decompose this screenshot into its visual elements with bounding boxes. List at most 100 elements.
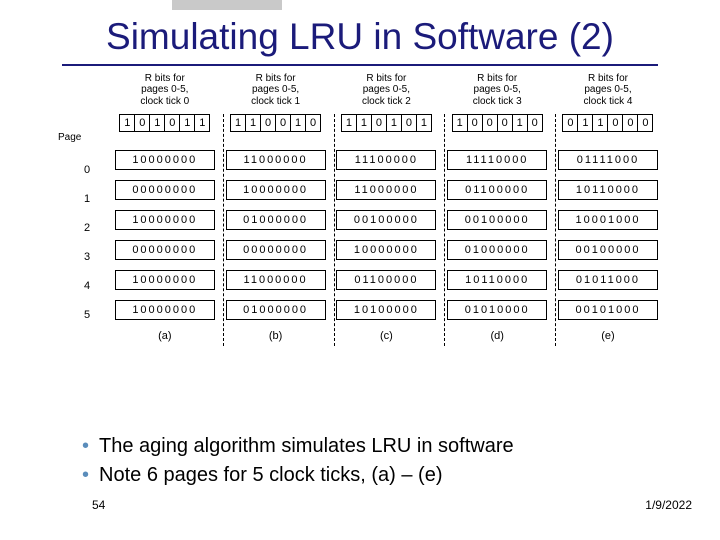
- counter: 00000000: [115, 180, 215, 200]
- rbits-row: 1 0 0 0 1 0: [447, 114, 547, 132]
- tick-column-c: R bits forpages 0-5,clock tick 2 1 1 0 1…: [336, 72, 436, 342]
- rbit: 1: [416, 114, 432, 132]
- col-head: R bits forpages 0-5,clock tick 3: [447, 72, 547, 108]
- rbit: 1: [230, 114, 246, 132]
- rbits-row: 1 1 0 0 1 0: [226, 114, 326, 132]
- counter: 00000000: [226, 240, 326, 260]
- counter: 10000000: [226, 180, 326, 200]
- rbit: 1: [194, 114, 210, 132]
- rbit: 0: [607, 114, 623, 132]
- rbit: 1: [290, 114, 306, 132]
- rbit: 0: [527, 114, 543, 132]
- rbit: 0: [467, 114, 483, 132]
- column-separator: [555, 114, 556, 346]
- counter: 00100000: [447, 210, 547, 230]
- counter: 10110000: [447, 270, 547, 290]
- counters: 01111000 10110000 10001000 00100000 0101…: [558, 150, 658, 320]
- counter: 10000000: [115, 150, 215, 170]
- rbit: 0: [371, 114, 387, 132]
- tick-column-d: R bits forpages 0-5,clock tick 3 1 0 0 0…: [447, 72, 547, 342]
- col-head: R bits forpages 0-5,clock tick 0: [115, 72, 215, 108]
- counter: 10000000: [336, 240, 436, 260]
- col-head: R bits forpages 0-5,clock tick 1: [226, 72, 326, 108]
- counters: 11100000 11000000 00100000 10000000 0110…: [336, 150, 436, 320]
- rbit: 0: [497, 114, 513, 132]
- counter: 01100000: [336, 270, 436, 290]
- rbit: 0: [637, 114, 653, 132]
- counter: 01000000: [226, 300, 326, 320]
- counter: 11110000: [447, 150, 547, 170]
- rbits-row: 1 0 1 0 1 1: [115, 114, 215, 132]
- figure-aging-algorithm: R bits forpages 0-5,clock tick 0 1 0 1 0…: [62, 72, 658, 342]
- rbit: 0: [562, 114, 578, 132]
- column-separator: [223, 114, 224, 346]
- counter: 10000000: [115, 210, 215, 230]
- rbit: 0: [260, 114, 276, 132]
- bullet-item: • The aging algorithm simulates LRU in s…: [82, 434, 642, 459]
- rbit: 1: [512, 114, 528, 132]
- counter: 10110000: [558, 180, 658, 200]
- counter: 00100000: [336, 210, 436, 230]
- counters: 11000000 10000000 01000000 00000000 1100…: [226, 150, 326, 320]
- decorative-top-bar: [172, 0, 282, 10]
- slide-number: 54: [92, 498, 105, 512]
- rbit: 1: [592, 114, 608, 132]
- col-caption: (d): [447, 330, 547, 342]
- rbit: 1: [119, 114, 135, 132]
- rbit: 1: [356, 114, 372, 132]
- rbits-row: 0 1 1 0 0 0: [558, 114, 658, 132]
- counters: 11110000 01100000 00100000 01000000 1011…: [447, 150, 547, 320]
- rbit: 1: [577, 114, 593, 132]
- slide-title: Simulating LRU in Software (2): [0, 16, 720, 58]
- col-head: R bits forpages 0-5,clock tick 4: [558, 72, 658, 108]
- rbit: 0: [164, 114, 180, 132]
- rbit: 1: [245, 114, 261, 132]
- rbit: 1: [179, 114, 195, 132]
- title-underline: [62, 64, 658, 66]
- col-caption: (c): [336, 330, 436, 342]
- counter: 01100000: [447, 180, 547, 200]
- column-separator: [334, 114, 335, 346]
- bullet-text: The aging algorithm simulates LRU in sof…: [99, 434, 514, 459]
- counter: 00000000: [115, 240, 215, 260]
- counter: 11000000: [226, 150, 326, 170]
- tick-column-a: R bits forpages 0-5,clock tick 0 1 0 1 0…: [115, 72, 215, 342]
- rbit: 0: [401, 114, 417, 132]
- counter: 10000000: [115, 300, 215, 320]
- counter: 11000000: [226, 270, 326, 290]
- counter: 01010000: [447, 300, 547, 320]
- rbit: 1: [452, 114, 468, 132]
- rbit: 0: [275, 114, 291, 132]
- rbit: 0: [622, 114, 638, 132]
- counter: 01111000: [558, 150, 658, 170]
- slide-date: 1/9/2022: [645, 498, 692, 512]
- counter: 01011000: [558, 270, 658, 290]
- counter: 10100000: [336, 300, 436, 320]
- rbit: 0: [134, 114, 150, 132]
- rbits-row: 1 1 0 1 0 1: [336, 114, 436, 132]
- tick-column-b: R bits forpages 0-5,clock tick 1 1 1 0 0…: [226, 72, 326, 342]
- counter: 00101000: [558, 300, 658, 320]
- column-separator: [444, 114, 445, 346]
- counter: 00100000: [558, 240, 658, 260]
- counter: 11000000: [336, 180, 436, 200]
- rbit: 1: [386, 114, 402, 132]
- col-head: R bits forpages 0-5,clock tick 2: [336, 72, 436, 108]
- rbit: 1: [149, 114, 165, 132]
- counters: 10000000 00000000 10000000 00000000 1000…: [115, 150, 215, 320]
- bullet-dot-icon: •: [82, 434, 89, 458]
- bullet-text: Note 6 pages for 5 clock ticks, (a) – (e…: [99, 463, 442, 488]
- bullet-item: • Note 6 pages for 5 clock ticks, (a) – …: [82, 463, 642, 488]
- col-caption: (e): [558, 330, 658, 342]
- tick-column-e: R bits forpages 0-5,clock tick 4 0 1 1 0…: [558, 72, 658, 342]
- counter: 10000000: [115, 270, 215, 290]
- col-caption: (a): [115, 330, 215, 342]
- counter: 10001000: [558, 210, 658, 230]
- col-caption: (b): [226, 330, 326, 342]
- counter: 01000000: [447, 240, 547, 260]
- bullet-list: • The aging algorithm simulates LRU in s…: [82, 434, 642, 492]
- bullet-dot-icon: •: [82, 463, 89, 487]
- counter: 01000000: [226, 210, 326, 230]
- rbit: 0: [482, 114, 498, 132]
- rbit: 0: [305, 114, 321, 132]
